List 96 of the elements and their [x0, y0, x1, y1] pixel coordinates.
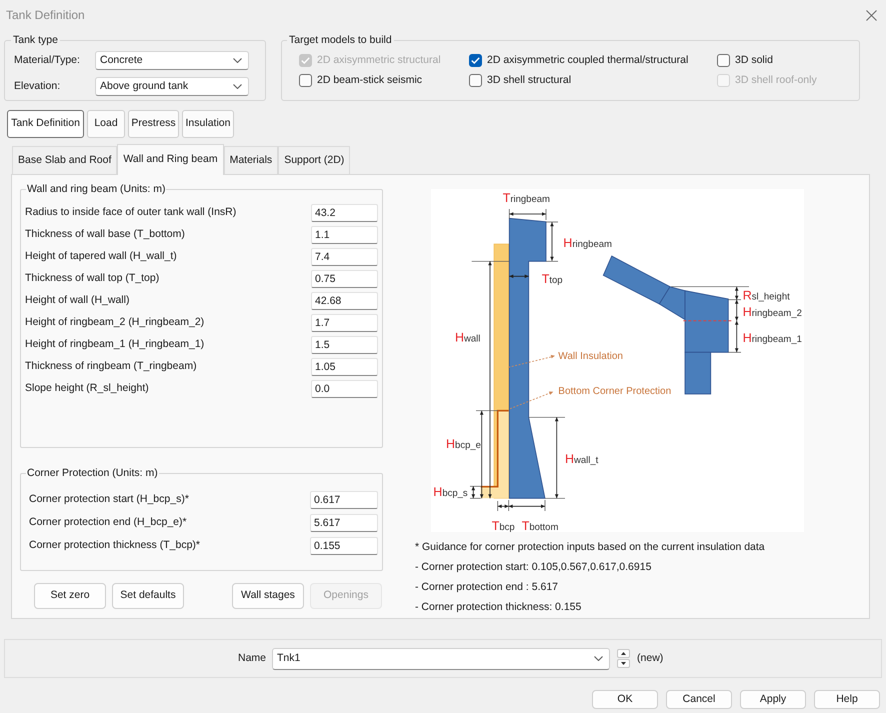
checkbox[interactable] — [299, 74, 312, 87]
guidance-text: * Guidance for corner protection inputs based on the current insulation data — [415, 540, 766, 555]
field-label: Elevation: — [14, 78, 62, 94]
group-title: Wall and ring beam (Units: m) — [26, 182, 166, 196]
dropdown[interactable]: Above ground tank — [95, 77, 249, 96]
field-label: Name — [238, 650, 266, 666]
button[interactable]: Set defaults — [112, 583, 184, 609]
dimension-label: Hbcp_e — [446, 437, 481, 451]
value-field[interactable]: 43.2 — [311, 204, 378, 222]
guidance-text: - Corner protection thickness: 0.155 — [415, 600, 582, 615]
tab[interactable]: Tank Definition — [7, 110, 84, 138]
button[interactable]: OK — [592, 690, 658, 709]
field-label: Height of tapered wall (H_wall_t) — [25, 249, 177, 264]
button[interactable]: Wall stages — [232, 583, 304, 609]
button[interactable]: Set zero — [34, 583, 106, 609]
dimension-label: Hwall_t — [565, 452, 598, 466]
value-field[interactable]: 42.68 — [311, 292, 378, 310]
wall-segment — [684, 352, 712, 394]
caret-up-icon — [621, 652, 626, 655]
group-title: Tank type — [12, 33, 59, 47]
status-text: (new) — [637, 650, 664, 666]
value-field[interactable]: 0.75 — [311, 270, 378, 288]
dropdown[interactable]: Concrete — [95, 51, 249, 70]
callout-label: Bottom Corner Protection — [558, 386, 672, 397]
dimension-label: Rsl_height — [742, 288, 790, 302]
callout-label: Wall Insulation — [558, 351, 623, 362]
field-label: Material/Type: — [14, 52, 81, 68]
window-title: Tank Definition — [6, 7, 85, 24]
value-field[interactable]: 0.0 — [311, 380, 378, 398]
caret-down-icon — [621, 662, 626, 665]
tab[interactable]: Wall and Ring beam — [117, 144, 224, 175]
field-label: Corner protection start (H_bcp_s)* — [29, 492, 189, 508]
checkbox-label: 3D shell roof-only — [735, 72, 817, 88]
checkmark-icon — [301, 57, 310, 64]
checkmark-icon — [471, 57, 480, 64]
checkbox-label: 3D solid — [735, 52, 773, 68]
value-field[interactable]: 5.617 — [310, 514, 378, 532]
value-field[interactable]: 1.05 — [311, 358, 378, 376]
dashed-line — [682, 320, 734, 322]
value-field[interactable]: 1.1 — [311, 226, 378, 244]
leader-arrow — [508, 354, 555, 368]
tab[interactable]: Base Slab and Roof — [12, 146, 118, 174]
field-label: Height of ringbeam_2 (H_ringbeam_2) — [25, 315, 204, 330]
close-button[interactable] — [864, 8, 878, 22]
button[interactable]: Apply — [740, 690, 806, 709]
guidance-text: - Corner protection end : 5.617 — [415, 580, 560, 595]
chevron-down-icon — [233, 58, 242, 63]
button[interactable]: Cancel — [666, 690, 732, 709]
spin-down-button[interactable] — [617, 659, 630, 668]
tab[interactable]: Insulation — [182, 110, 234, 138]
dimension-label: Tringbeam — [502, 191, 550, 205]
field-label: Corner protection end (H_bcp_e)* — [29, 515, 187, 530]
checkbox[interactable] — [469, 74, 482, 87]
checkbox-label: 2D beam-stick seismic — [317, 72, 422, 88]
checkbox-label: 3D shell structural — [487, 72, 572, 88]
group-title: Target models to build — [288, 33, 393, 47]
tab[interactable]: Prestress — [128, 110, 179, 138]
dimension-label: Hbcp_s — [433, 485, 468, 499]
field-label: Height of wall (H_wall) — [25, 293, 130, 308]
field-label: Thickness of wall top (T_top) — [25, 271, 160, 286]
value-field[interactable]: 7.4 — [311, 248, 378, 266]
chevron-down-icon — [594, 656, 604, 661]
checkbox[interactable] — [717, 54, 730, 67]
close-icon — [866, 10, 876, 20]
value-field[interactable]: 0.617 — [310, 491, 378, 509]
spin-up-button[interactable] — [617, 649, 630, 658]
value-field[interactable]: 1.7 — [311, 314, 378, 332]
value-field[interactable]: 0.155 — [310, 537, 378, 555]
chevron-down-icon — [233, 84, 242, 89]
roof-slab — [602, 255, 671, 305]
field-label: Radius to inside face of outer tank wall (InsR) — [25, 205, 236, 220]
tab[interactable]: Support (2D) — [278, 146, 350, 174]
checkbox-label: 2D axisymmetric structural — [317, 52, 441, 68]
roof-joint-block — [658, 286, 686, 320]
dimension-label: Hwall — [455, 330, 480, 344]
field-label: Thickness of wall base (T_bottom) — [25, 227, 185, 242]
dimension-label: Hringbeam_2 — [742, 305, 802, 319]
value-field[interactable]: 1.5 — [311, 336, 378, 354]
guidance-text: - Corner protection start: 0.105,0.567,0.617,0.6915 — [415, 560, 652, 575]
field-label: Corner protection thickness (T_bcp)* — [29, 538, 200, 554]
dimension-label: Ttop — [542, 272, 563, 286]
dimension-label: Hringbeam_1 — [742, 331, 802, 345]
button[interactable]: Help — [814, 690, 880, 709]
tab[interactable]: Load — [87, 110, 125, 138]
field-label: Height of ringbeam_1 (H_ringbeam_1) — [25, 337, 204, 352]
dimension-label: Tbottom — [522, 519, 558, 532]
field-label: Slope height (R_sl_height) — [25, 381, 149, 396]
group-title: Corner Protection (Units: m) — [26, 466, 159, 480]
checkbox[interactable] — [469, 54, 482, 67]
dimension-label: Hringbeam — [563, 236, 612, 250]
checkbox-label: 2D axisymmetric coupled thermal/structural — [487, 52, 688, 68]
leader-arrow — [510, 391, 554, 410]
name-combobox[interactable]: Tnk1 — [272, 648, 610, 670]
tab[interactable]: Materials — [224, 146, 278, 174]
field-label: Thickness of ringbeam (T_ringbeam) — [25, 359, 197, 374]
dimension-label: Tbcp — [492, 519, 515, 532]
